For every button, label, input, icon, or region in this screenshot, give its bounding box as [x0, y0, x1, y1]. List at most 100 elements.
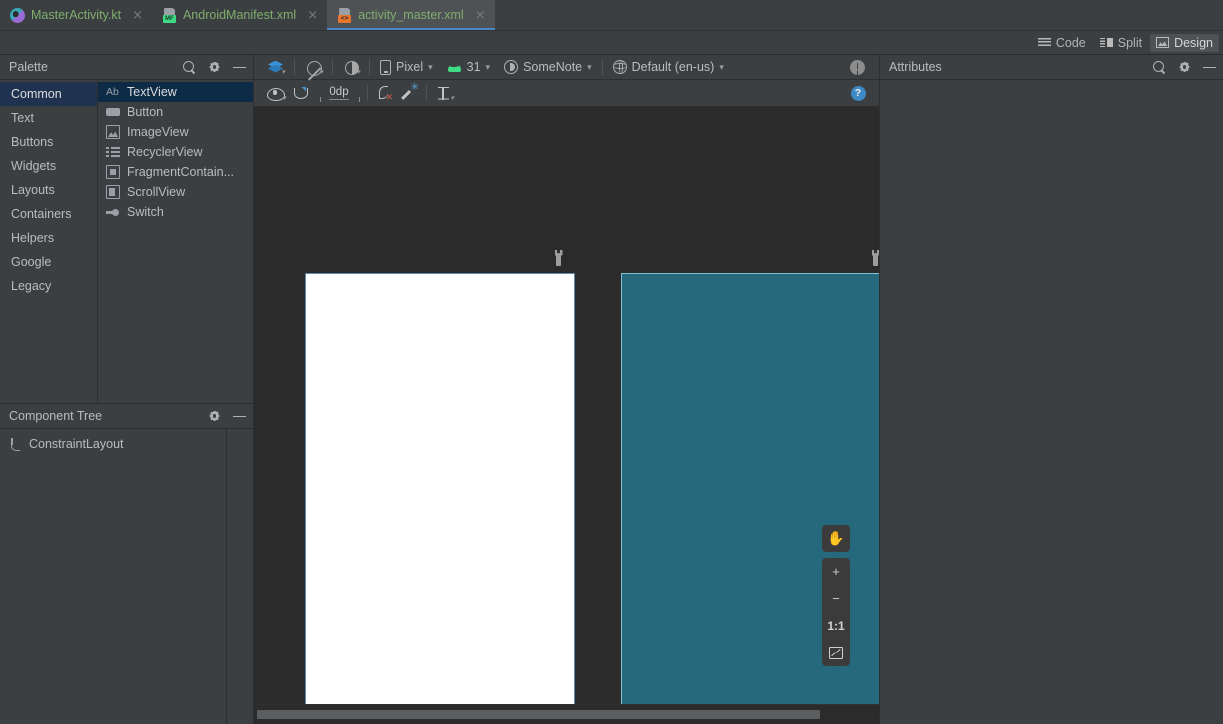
orientation-button[interactable]: ▾: [298, 57, 329, 78]
palette-item-imageview[interactable]: ImageView: [98, 122, 253, 142]
mode-design-button[interactable]: Design: [1150, 33, 1219, 52]
design-surface[interactable]: ✋ + − 1:1: [254, 107, 879, 724]
autoconnect-button[interactable]: [288, 82, 314, 104]
palette-category-widgets[interactable]: Widgets: [0, 154, 97, 178]
palette-item-button[interactable]: Button: [98, 102, 253, 122]
pan-tool-button[interactable]: ✋: [822, 525, 850, 552]
android-studio-layout-editor: MasterActivity.kt × AndroidManifest.xml …: [0, 0, 1223, 724]
device-selector[interactable]: Pixel ▾: [373, 57, 440, 78]
chevron-down-icon: ▾: [719, 61, 724, 72]
palette-item-recyclerview[interactable]: RecyclerView: [98, 142, 253, 162]
textview-icon: Ab: [106, 86, 119, 98]
design-surface-toolbar: ▾ ▾ ▾ Pixel ▾ 31 ▾ SomeNote ▾ Default (e…: [254, 55, 879, 80]
zoom-in-button[interactable]: +: [822, 558, 850, 585]
wrench-icon[interactable]: [869, 250, 879, 266]
palette-item-textview[interactable]: Ab TextView: [98, 82, 253, 102]
constraintlayout-icon: [8, 437, 22, 451]
toolbar-separator: [367, 85, 368, 101]
editor-tab-androidmanifest-xml[interactable]: AndroidManifest.xml ×: [152, 0, 327, 30]
default-margin-field[interactable]: 0dp: [317, 82, 361, 104]
chevron-down-icon: ▾: [428, 61, 433, 72]
palette-item-fragmentcontainer[interactable]: FragmentContain...: [98, 162, 253, 182]
toolbar-separator: [426, 85, 427, 101]
design-view-icon: [1156, 37, 1170, 48]
rotate-device-icon: ▾: [305, 60, 323, 76]
guidelines-button[interactable]: ▾: [430, 82, 456, 104]
zoom-out-button[interactable]: −: [822, 585, 850, 612]
theme-selector[interactable]: SomeNote ▾: [497, 57, 599, 78]
api-level-selector[interactable]: 31 ▾: [440, 57, 497, 78]
palette-item-switch[interactable]: Switch: [98, 202, 253, 222]
view-mode-button[interactable]: ▾: [260, 57, 291, 78]
clear-constraints-icon: [376, 85, 393, 103]
ui-mode-button[interactable]: ▾: [336, 57, 366, 78]
component-tree-header-actions: [207, 409, 247, 424]
palette-category-text[interactable]: Text: [0, 106, 97, 130]
zoom-button-group: + − 1:1: [822, 558, 850, 666]
tab-close-icon[interactable]: ×: [132, 9, 143, 22]
toolbar-separator: [332, 59, 333, 75]
code-view-icon: [1037, 37, 1051, 48]
palette-header: Palette: [0, 55, 253, 80]
tab-close-icon[interactable]: ×: [475, 9, 486, 22]
zoom-to-fit-button[interactable]: [822, 639, 850, 666]
theme-icon: [504, 60, 519, 74]
palette-item-scrollview[interactable]: ScrollView: [98, 182, 253, 202]
gear-icon[interactable]: [1177, 60, 1192, 75]
palette-item-label: Button: [127, 105, 164, 119]
mode-split-button[interactable]: Split: [1094, 34, 1148, 52]
theme-label: SomeNote: [523, 60, 583, 74]
button-icon: [106, 105, 120, 119]
palette-title: Palette: [9, 60, 48, 74]
device-label: Pixel: [396, 60, 424, 74]
attributes-column: Attributes: [880, 55, 1223, 724]
chevron-down-icon: ▾: [485, 61, 491, 72]
tab-close-icon[interactable]: ×: [307, 9, 318, 22]
palette-item-label: Switch: [127, 205, 164, 219]
locale-selector[interactable]: Default (en-us) ▾: [606, 57, 731, 78]
palette-category-common[interactable]: Common: [0, 82, 97, 106]
wrench-icon[interactable]: [552, 250, 565, 266]
horizontal-scrollbar-thumb[interactable]: [257, 710, 820, 719]
warning-icon: [850, 59, 865, 75]
issues-button[interactable]: [843, 57, 879, 78]
horizontal-scrollbar-track[interactable]: [254, 704, 879, 724]
gear-icon[interactable]: [207, 60, 222, 75]
palette-category-buttons[interactable]: Buttons: [0, 130, 97, 154]
minimize-icon[interactable]: [232, 60, 247, 75]
mode-label: Split: [1117, 35, 1143, 50]
search-icon[interactable]: [182, 60, 197, 75]
tree-node-constraintlayout[interactable]: ConstraintLayout: [0, 433, 226, 455]
tab-label: MasterActivity.kt: [31, 8, 122, 22]
editor-tab-masteractivity-kt[interactable]: MasterActivity.kt ×: [0, 0, 152, 30]
fragment-container-icon: [106, 165, 120, 179]
mode-code-button[interactable]: Code: [1032, 34, 1092, 52]
help-button[interactable]: ?: [845, 82, 871, 104]
autoconnect-off-icon: [293, 87, 309, 100]
globe-icon: [612, 60, 627, 74]
mode-label: Code: [1055, 35, 1086, 50]
palette-category-layouts[interactable]: Layouts: [0, 178, 97, 202]
palette-category-google[interactable]: Google: [0, 250, 97, 274]
tab-label: AndroidManifest.xml: [182, 8, 297, 22]
search-icon[interactable]: [1152, 60, 1167, 75]
palette-header-actions: [182, 60, 247, 75]
infer-constraints-button[interactable]: [397, 82, 423, 104]
editor-tab-activity-master-xml[interactable]: activity_master.xml ×: [327, 0, 495, 30]
palette-category-helpers[interactable]: Helpers: [0, 226, 97, 250]
toolbar-separator: [294, 59, 295, 75]
mode-label: Design: [1174, 35, 1213, 50]
show-constraints-button[interactable]: ▾: [262, 82, 288, 104]
minimize-icon[interactable]: [232, 409, 247, 424]
tree-node-label: ConstraintLayout: [29, 437, 124, 451]
attributes-header: Attributes: [880, 55, 1223, 80]
palette-category-legacy[interactable]: Legacy: [0, 274, 97, 298]
design-preview[interactable]: [305, 273, 575, 724]
palette-category-containers[interactable]: Containers: [0, 202, 97, 226]
minimize-icon[interactable]: [1202, 60, 1217, 75]
palette-category-list: Common Text Buttons Widgets Layouts Cont…: [0, 80, 97, 403]
zoom-actual-size-button[interactable]: 1:1: [822, 612, 850, 639]
component-tree-header: Component Tree: [0, 404, 253, 429]
gear-icon[interactable]: [207, 409, 222, 424]
clear-constraints-button[interactable]: [371, 82, 397, 104]
